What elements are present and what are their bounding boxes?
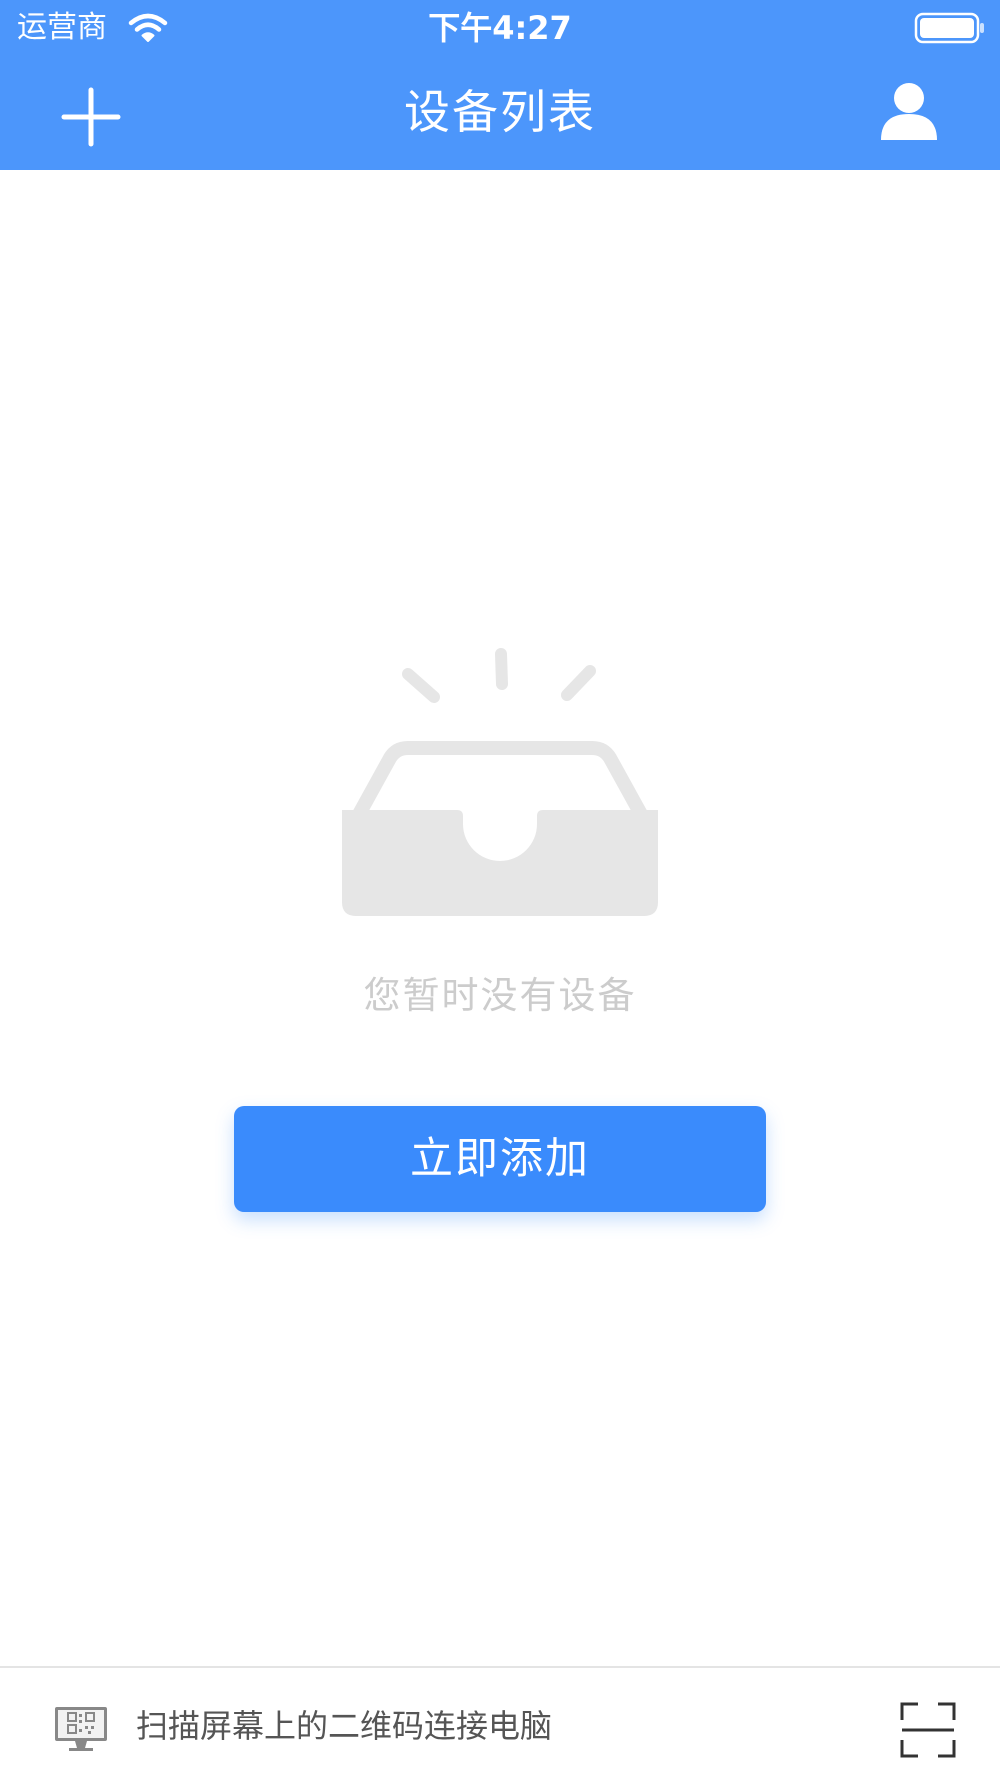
status-bar: 运营商 下午4:27 xyxy=(0,0,1000,56)
monitor-qr-icon xyxy=(55,1707,107,1751)
bottom-bar[interactable]: 扫描屏幕上的二维码连接电脑 xyxy=(0,1666,1000,1780)
add-now-button[interactable]: 立即添加 xyxy=(234,1106,766,1212)
battery-icon xyxy=(914,12,984,44)
page-title: 设备列表 xyxy=(404,85,596,139)
status-time: 下午4:27 xyxy=(428,9,572,47)
scan-icon[interactable] xyxy=(900,1702,956,1758)
scan-qr-label[interactable]: 扫描屏幕上的二维码连接电脑 xyxy=(136,1702,552,1750)
nav-bar: 设备列表 xyxy=(0,56,1000,170)
app-header: 运营商 下午4:27 设备列表 xyxy=(0,0,1000,170)
user-icon[interactable] xyxy=(876,78,942,144)
empty-inbox-icon xyxy=(342,648,658,916)
empty-message: 您暂时没有设备 xyxy=(363,974,637,1017)
